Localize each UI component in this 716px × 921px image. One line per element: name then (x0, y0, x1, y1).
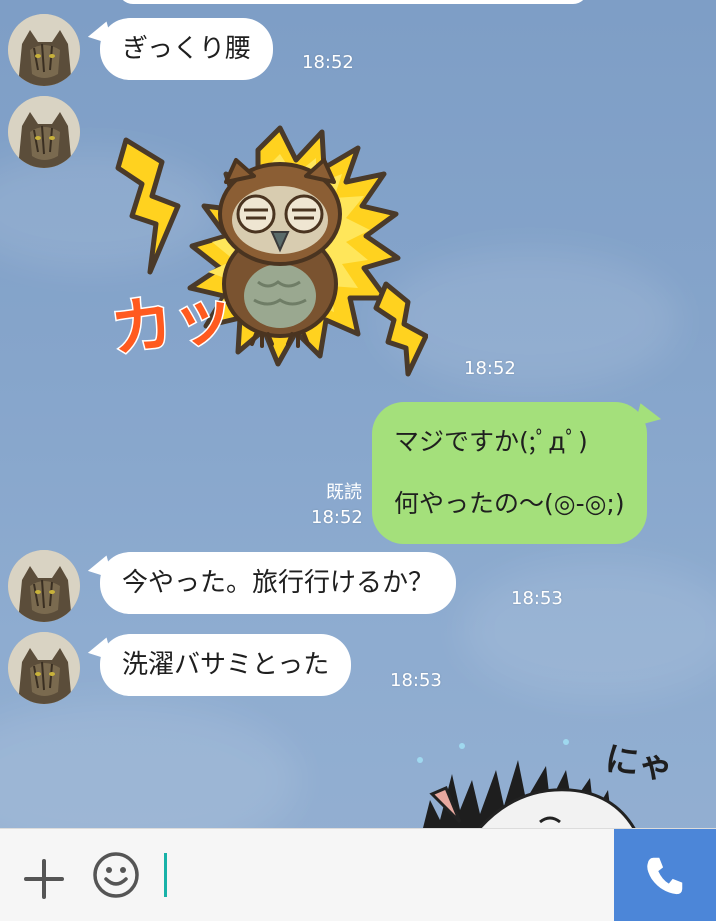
bubble-tail (85, 637, 113, 667)
chat-area[interactable]: ぎっくり腰 18:52 カッ 18:52 既読 18:52 マジですか(;ﾟдﾟ… (0, 0, 716, 828)
add-attachment-button[interactable] (22, 857, 66, 901)
message-time: 18:52 (311, 507, 363, 528)
message-text-line: マジですか(;ﾟдﾟ) (394, 427, 588, 456)
sticker-message[interactable]: カッ (105, 112, 429, 382)
sender-avatar[interactable] (8, 550, 80, 622)
message-bubble[interactable]: ぎっくり腰 (85, 18, 273, 80)
background-cloud (460, 560, 716, 700)
message-time: 18:52 (302, 52, 354, 73)
message-bubble[interactable]: 今やった。旅行行けるか？ (85, 552, 457, 614)
sender-avatar[interactable] (8, 96, 80, 168)
message-input-bar (0, 828, 716, 921)
sticker-button[interactable] (92, 851, 140, 899)
smiley-icon (93, 852, 139, 898)
message-text: 今やった。旅行行けるか？ (122, 568, 435, 598)
sender-avatar[interactable] (8, 14, 80, 86)
sender-avatar[interactable] (8, 632, 80, 704)
cat-avatar-icon (8, 96, 80, 168)
surprised-owl-sticker: カッ (105, 125, 429, 377)
background-art-text: にゃ (603, 739, 676, 788)
bubble-tail (85, 21, 113, 51)
cat-avatar-icon (8, 550, 80, 622)
cat-illustration-icon: にゃ (417, 739, 676, 828)
plus-icon (24, 859, 64, 899)
message-text-line: 何やったの〜(◎-◎;) (394, 489, 625, 518)
message-text: ぎっくり腰 (122, 34, 251, 64)
cat-avatar-icon (8, 14, 80, 86)
phone-icon (647, 857, 683, 895)
text-caret (164, 853, 167, 897)
message-bubble[interactable]: 洗濯バサミとった (85, 634, 352, 696)
message-input-field[interactable] (164, 847, 604, 903)
read-receipt: 既読 (326, 482, 362, 503)
message-time: 18:53 (390, 670, 442, 691)
previous-bubble-edge (118, 0, 588, 4)
cat-avatar-icon (8, 632, 80, 704)
outgoing-message-bubble[interactable]: マジですか(;ﾟдﾟ) 何やったの〜(◎-◎;) (372, 402, 664, 544)
background-cloud (0, 700, 300, 828)
message-time: 18:52 (464, 358, 516, 379)
sticker-text: カッ (108, 277, 239, 367)
message-text: 洗濯バサミとった (122, 650, 330, 680)
message-time: 18:53 (511, 588, 563, 609)
background-cat-illustration: にゃ (400, 730, 716, 828)
bubble-tail (85, 555, 113, 585)
call-button[interactable] (614, 829, 716, 921)
bubble-tail (633, 403, 664, 433)
